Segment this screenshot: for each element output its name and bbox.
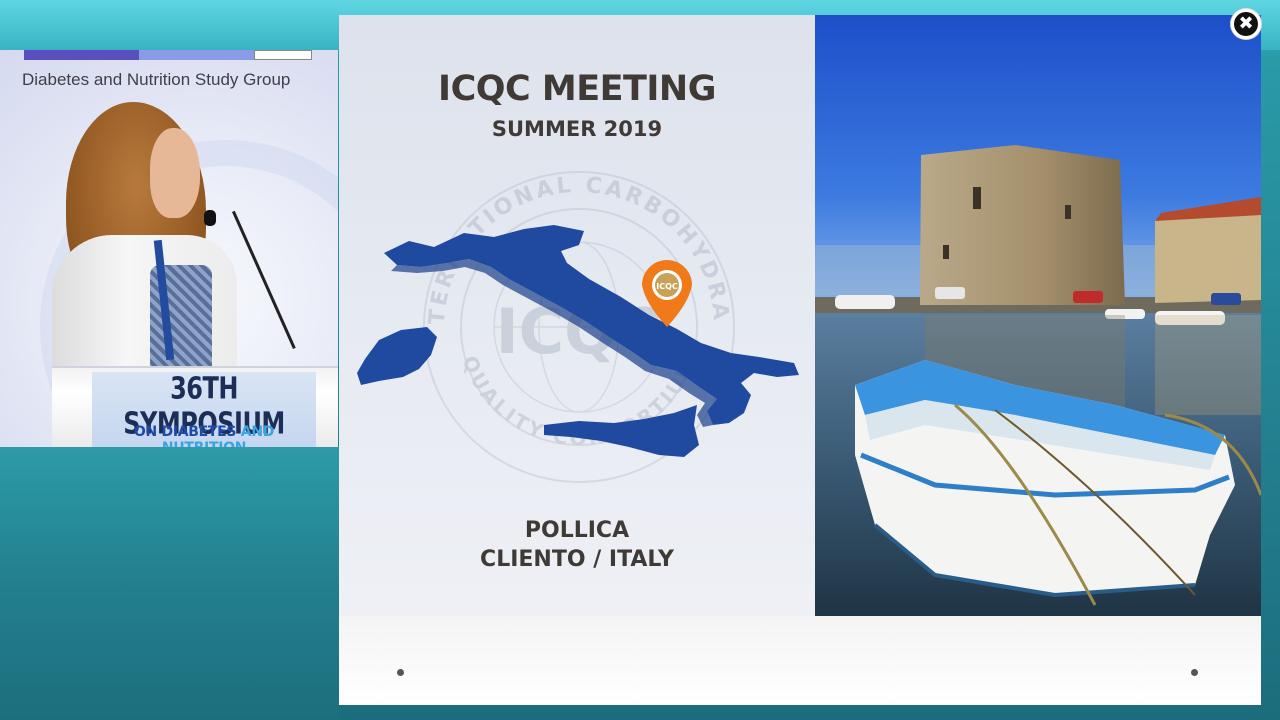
slide-subtitle: SUMMER 2019 bbox=[491, 117, 663, 141]
symposium-subtitle-part1: ON DIABETES bbox=[133, 424, 241, 440]
italy-map: INTERNATIONAL CARBOHYDRATE QUALITY CONSO… bbox=[339, 155, 799, 483]
banner-stripe bbox=[24, 50, 139, 60]
italy-mainland bbox=[384, 225, 799, 427]
banner-stripe bbox=[139, 50, 254, 60]
presentation-slide: ICQC MEETING SUMMER 2019 INTERNATIONAL C… bbox=[339, 15, 1261, 705]
speaker-face bbox=[150, 128, 200, 218]
background-lower bbox=[0, 447, 340, 720]
slide-title: ICQC MEETING bbox=[438, 69, 716, 109]
close-icon: ✖ bbox=[1234, 12, 1258, 36]
harbor-photo bbox=[815, 15, 1261, 616]
sardinia-island bbox=[357, 327, 437, 385]
slide-footer-bar bbox=[339, 616, 1261, 705]
podium-sign: 36TH SYMPOSIUM ON DIABETES AND NUTRITION bbox=[92, 371, 316, 447]
harbor-photo-image bbox=[815, 15, 1261, 616]
location-region: CLIENTO / ITALY bbox=[480, 547, 674, 572]
speaker-video[interactable]: Diabetes and Nutrition Study Group 36TH … bbox=[0, 50, 338, 447]
svg-text:ICQC: ICQC bbox=[656, 282, 678, 291]
slide-prev-indicator[interactable] bbox=[397, 669, 404, 676]
close-button[interactable]: ✖ bbox=[1231, 9, 1261, 39]
symposium-subtitle: ON DIABETES AND NUTRITION bbox=[92, 424, 316, 447]
study-group-name: Diabetes and Nutrition Study Group bbox=[22, 70, 291, 89]
slide-next-indicator[interactable] bbox=[1191, 669, 1198, 676]
microphone-icon bbox=[204, 210, 216, 226]
slide-left-panel: ICQC MEETING SUMMER 2019 INTERNATIONAL C… bbox=[339, 15, 815, 616]
banner-stripe bbox=[254, 50, 312, 60]
location-town: POLLICA bbox=[524, 518, 630, 543]
